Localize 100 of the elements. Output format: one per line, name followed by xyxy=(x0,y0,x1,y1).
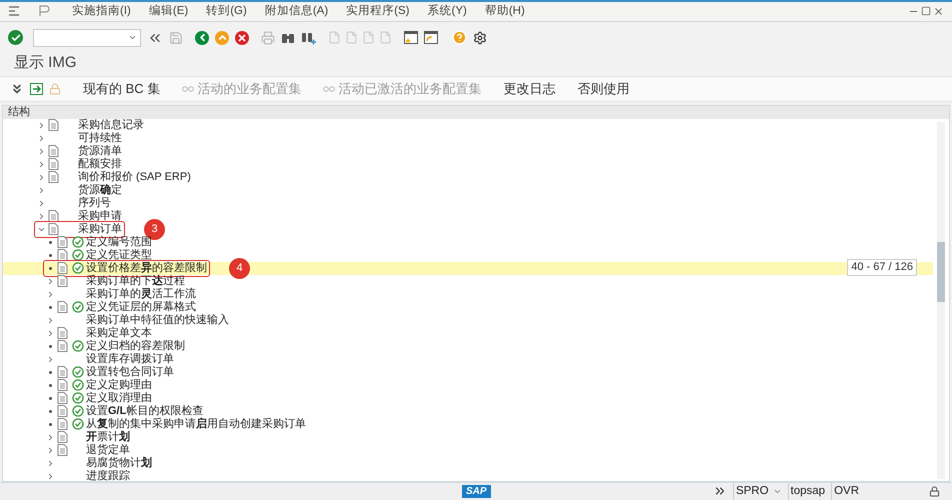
tree-item-label[interactable]: 货源确定 xyxy=(78,184,122,197)
check-icon[interactable] xyxy=(8,30,23,46)
execute-icon[interactable] xyxy=(72,379,84,392)
tree-item-label[interactable]: 采购定单文本 xyxy=(86,326,152,340)
bullet-icon xyxy=(48,306,52,309)
command-field[interactable] xyxy=(33,28,141,47)
tree-item-label[interactable]: 配额安排 xyxy=(78,158,122,171)
document-icon xyxy=(48,145,59,158)
new-window-icon[interactable] xyxy=(404,31,418,44)
execute-icon[interactable] xyxy=(72,392,84,404)
tree-item-label[interactable]: 设置库存调拨订单 xyxy=(86,352,174,366)
scrollbar[interactable] xyxy=(937,122,945,479)
tree-item-label[interactable]: 采购订单中特征值的快速输入 xyxy=(86,314,229,327)
execute-icon[interactable] xyxy=(72,405,84,418)
bullet-icon xyxy=(48,370,52,374)
transaction-code[interactable]: SPRO xyxy=(732,482,769,500)
close-icon[interactable] xyxy=(933,6,944,17)
settings-icon[interactable] xyxy=(473,30,487,45)
tree-item-label[interactable]: 货源清单 xyxy=(78,144,122,158)
tree-item-label[interactable]: 开票计划 xyxy=(86,430,130,444)
screen-title: 显示 IMG xyxy=(14,52,76,73)
document-icon xyxy=(57,301,68,314)
binoculars-icon[interactable] xyxy=(281,31,295,44)
tree-item-label[interactable]: 设置G/L帐目的权限检查 xyxy=(86,404,204,418)
tree-item-label[interactable]: 退货定单 xyxy=(86,444,130,457)
tree-item-label[interactable]: 询价和报价 (SAP ERP) xyxy=(78,170,191,184)
restore-icon[interactable] xyxy=(921,6,931,16)
menu-item[interactable]: 编辑(E) xyxy=(148,2,188,20)
bullet-icon xyxy=(48,254,52,257)
document-icon xyxy=(48,158,59,170)
toolbar-button[interactable]: 现有的 BC 集 xyxy=(83,79,160,99)
tree-item-label[interactable]: 定义凭证类型 xyxy=(86,248,152,262)
tree-item-label[interactable]: 采购信息记录 xyxy=(78,118,144,132)
cancel-icon[interactable] xyxy=(235,30,249,45)
document-icon xyxy=(57,327,68,340)
bullet-icon xyxy=(48,266,52,270)
execute-icon[interactable] xyxy=(72,340,84,352)
tree-item-label[interactable]: 采购订单 xyxy=(78,222,122,236)
document-icon xyxy=(57,249,68,262)
input-mode[interactable]: OVR xyxy=(831,482,859,500)
bullet-icon xyxy=(48,396,52,400)
menu-item[interactable]: 帮助(H) xyxy=(484,2,525,20)
tree-item-label[interactable]: 定义定购理由 xyxy=(86,378,152,392)
scrollbar-thumb[interactable] xyxy=(937,242,945,302)
document-icon xyxy=(57,275,68,288)
execute-icon[interactable] xyxy=(72,418,84,430)
annotation-badge: 4 xyxy=(229,258,250,279)
expand-all-icon[interactable] xyxy=(10,82,24,96)
document-icon xyxy=(57,262,68,274)
document-icon xyxy=(57,444,68,456)
bullet-icon xyxy=(48,410,52,413)
menu-item[interactable]: 系统(Y) xyxy=(428,2,467,20)
tree-item-label[interactable]: 定义取消理由 xyxy=(86,392,152,405)
column-header: 结构 xyxy=(8,106,30,120)
glasses-icon xyxy=(323,85,336,92)
tree-item-label[interactable]: 序列号 xyxy=(78,196,111,210)
shortcut-window-icon[interactable] xyxy=(424,31,438,44)
execute-icon[interactable] xyxy=(72,301,84,314)
user-name: topsap xyxy=(788,482,826,500)
document-icon xyxy=(57,431,68,444)
tree-item-label[interactable]: 定义凭证层的屏幕格式 xyxy=(86,300,196,314)
lock-icon[interactable] xyxy=(929,486,940,497)
tree-toggle-icon[interactable] xyxy=(30,82,43,95)
binoculars-plus-icon[interactable] xyxy=(301,30,316,45)
position-indicator: 40 - 67 / 126 xyxy=(847,258,917,276)
document-icon xyxy=(57,379,68,392)
tree-item-label[interactable]: 设置价格差异的容差限制 xyxy=(86,262,207,275)
document-icon xyxy=(57,366,68,378)
document-icon xyxy=(57,405,68,418)
document-icon xyxy=(57,392,68,404)
tree-item-label[interactable]: 从复制的集中采购申请启用自动创建采购订单 xyxy=(86,418,306,431)
execute-icon[interactable] xyxy=(72,366,84,378)
menu-item[interactable]: 实施指南(I) xyxy=(72,2,131,20)
bullet-icon xyxy=(48,422,52,426)
menu-item[interactable]: 实用程序(S) xyxy=(346,2,410,20)
menu-item[interactable]: 附加信息(A) xyxy=(264,2,328,20)
tree-item-label[interactable]: 采购订单的灵活工作流 xyxy=(86,288,196,301)
glasses-icon xyxy=(182,85,194,92)
document-icon xyxy=(48,223,59,236)
bullet-icon xyxy=(48,240,52,244)
tree-item-label[interactable]: 可持续性 xyxy=(78,132,122,145)
execute-icon[interactable] xyxy=(72,249,84,262)
bullet-icon xyxy=(48,384,52,387)
tree-item-label[interactable]: 设置转包合同订单 xyxy=(86,366,174,379)
document-icon xyxy=(48,119,59,132)
tree-item-label[interactable]: 采购订单的下达过程 xyxy=(86,274,185,288)
back-icon[interactable] xyxy=(195,30,209,45)
sap-logo: SAP xyxy=(462,484,491,498)
execute-icon[interactable] xyxy=(72,262,84,274)
document-icon xyxy=(57,340,68,352)
toolbar-button[interactable]: 更改日志 xyxy=(503,79,556,99)
execute-icon[interactable] xyxy=(72,236,84,248)
toolbar-button[interactable]: 否则使用 xyxy=(577,79,630,99)
tree-item-label[interactable]: 定义归档的容差限制 xyxy=(86,340,185,353)
tree-item-label[interactable]: 采购申请 xyxy=(78,210,122,223)
tree-item-label[interactable]: 进度跟踪 xyxy=(86,470,130,481)
tree-item-label[interactable]: 易腐货物计划 xyxy=(86,456,152,470)
menu-item[interactable]: 转到(G) xyxy=(206,2,247,20)
bullet-icon xyxy=(48,344,52,348)
document-icon xyxy=(48,210,59,222)
